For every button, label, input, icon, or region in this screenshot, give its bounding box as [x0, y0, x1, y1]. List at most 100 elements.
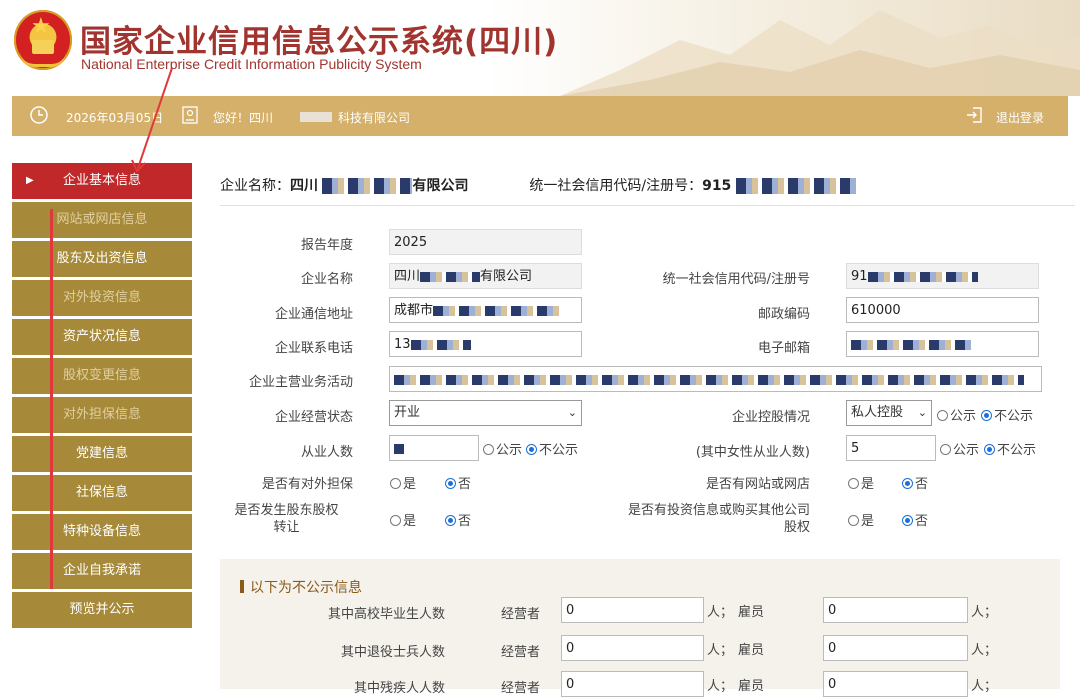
sidebar-item-label: 股权变更信息: [62, 368, 141, 383]
female-employees-label: (其中女性从业人数): [695, 445, 810, 460]
sidebar-item-social-security[interactable]: 社保信息: [12, 475, 192, 511]
radio-icon: [390, 515, 401, 526]
redacted-text: [394, 374, 1024, 385]
sidebar-item-label: 企业基本信息: [62, 173, 141, 188]
site-title: 国家企业信用信息公示系统(四川): [80, 24, 559, 60]
address-input[interactable]: 成都市: [389, 297, 582, 323]
employees-public-radio[interactable]: 公示: [483, 439, 522, 458]
sidebar-item-shareholders[interactable]: 股东及出资信息: [12, 241, 192, 277]
unit-text: 人；: [971, 643, 998, 658]
radio-icon: [940, 444, 951, 455]
redacted-text: [420, 271, 481, 282]
email-label: 电子邮箱: [757, 341, 810, 356]
phone-input[interactable]: 13: [389, 331, 582, 357]
credit-code-value-prefix: 91: [851, 269, 868, 284]
graduates-label: 其中高校毕业生人数: [327, 607, 445, 622]
veterans-operator-input[interactable]: 0: [561, 635, 704, 661]
radio-label: 公示: [496, 443, 523, 458]
credit-code-field-label: 统一社会信用代码/注册号: [662, 272, 810, 287]
logout-icon[interactable]: [965, 105, 985, 125]
site-header: ★ 国家企业信用信息公示系统(四川) National Enterprise C…: [0, 0, 1080, 96]
control-public-radio[interactable]: 公示: [937, 405, 976, 424]
label-line: 是否发生股东股权: [234, 503, 339, 518]
company-name-value-prefix: 四川: [394, 269, 421, 284]
sidebar-item-assets[interactable]: 资产状况信息: [12, 319, 192, 355]
logout-link[interactable]: 退出登录: [996, 109, 1044, 126]
control-select[interactable]: 私人控股 ⌄: [846, 400, 932, 426]
sidebar-item-basic-info[interactable]: ▶ 企业基本信息: [12, 163, 192, 199]
radio-label: 否: [458, 514, 472, 529]
company-suffix: 科技有限公司: [338, 111, 411, 125]
employees-input[interactable]: [389, 435, 479, 461]
credit-code-prefix: 915: [702, 178, 732, 194]
divider: [220, 205, 1075, 206]
website-label: 是否有网站或网店: [705, 477, 810, 492]
sidebar-item-preview-publish[interactable]: 预览并公示: [12, 592, 192, 628]
panel-title-text: 以下为不公示信息: [250, 580, 362, 596]
sidebar-item-label: 预览并公示: [69, 602, 135, 617]
veterans-label: 其中退役士兵人数: [340, 645, 445, 660]
radio-checked-icon: [445, 515, 456, 526]
sidebar-item-label: 企业自我承诺: [62, 563, 141, 578]
radio-checked-icon: [445, 478, 456, 489]
redacted-text: [300, 112, 332, 122]
disabled-operator-input[interactable]: 0: [561, 671, 704, 697]
current-date: 2026年03月05日: [66, 111, 164, 125]
sidebar-item-self-commitment[interactable]: 企业自我承诺: [12, 553, 192, 589]
business-activity-input[interactable]: [389, 366, 1042, 392]
sidebar-item-label: 党建信息: [75, 446, 128, 461]
employee-label: 雇员: [737, 643, 764, 658]
employee-label: 雇员: [737, 605, 764, 620]
radio-icon: [390, 478, 401, 489]
email-input[interactable]: [846, 331, 1039, 357]
user-bar: 2026年03月05日 您好！四川 科技有限公司 退出登录: [12, 96, 1068, 136]
redacted-code: [735, 178, 856, 194]
radio-label: 公示: [950, 409, 977, 424]
company-name-suffix: 有限公司: [412, 178, 469, 194]
website-yes-radio[interactable]: 是: [848, 473, 874, 492]
veterans-employee-input[interactable]: 0: [823, 635, 968, 661]
employee-label: 雇员: [737, 679, 764, 694]
website-no-radio[interactable]: 否: [902, 473, 928, 492]
investment-no-radio[interactable]: 否: [902, 510, 928, 529]
equity-transfer-no-radio[interactable]: 否: [445, 510, 471, 529]
control-private-radio[interactable]: 不公示: [981, 405, 1033, 424]
operator-label: 经营者: [500, 645, 540, 660]
sidebar-item-website[interactable]: 网站或网店信息: [12, 202, 192, 238]
control-label: 企业控股情况: [731, 410, 810, 425]
employees-private-radio[interactable]: 不公示: [526, 439, 578, 458]
sidebar-item-investment[interactable]: 对外投资信息: [12, 280, 192, 316]
annotation-line: [50, 209, 53, 589]
disabled-employee-input[interactable]: 0: [823, 671, 968, 697]
business-activity-label: 企业主营业务活动: [248, 375, 353, 390]
redacted-name: [322, 178, 413, 194]
national-emblem-icon: ★: [14, 10, 72, 70]
sidebar-item-label: 对外投资信息: [62, 290, 141, 305]
redacted-text: [867, 271, 978, 282]
radio-label: 不公示: [994, 409, 1034, 424]
radio-icon: [848, 515, 859, 526]
sidebar-item-guarantee[interactable]: 对外担保信息: [12, 397, 192, 433]
report-year-field: 2025: [389, 229, 582, 255]
female-private-radio[interactable]: 不公示: [984, 439, 1036, 458]
unit-text: 人；: [971, 605, 998, 620]
graduates-operator-input[interactable]: 0: [561, 597, 704, 623]
radio-label: 公示: [953, 443, 980, 458]
sidebar-item-special-equipment[interactable]: 特种设备信息: [12, 514, 192, 550]
status-select[interactable]: 开业 ⌄: [389, 400, 582, 426]
label-line: 转让: [273, 520, 300, 535]
sidebar-item-equity-change[interactable]: 股权变更信息: [12, 358, 192, 394]
greeting-text: 您好！四川: [213, 111, 274, 125]
investment-yes-radio[interactable]: 是: [848, 510, 874, 529]
postal-code-input[interactable]: 610000: [846, 297, 1039, 323]
graduates-employee-input[interactable]: 0: [823, 597, 968, 623]
radio-label: 是: [403, 514, 417, 529]
female-employees-input[interactable]: 5: [846, 435, 936, 461]
unit-text: 人；: [971, 679, 998, 694]
female-public-radio[interactable]: 公示: [940, 439, 979, 458]
sidebar-item-party[interactable]: 党建信息: [12, 436, 192, 472]
guarantee-no-radio[interactable]: 否: [445, 473, 471, 492]
site-subtitle: National Enterprise Credit Information P…: [81, 56, 422, 72]
equity-transfer-yes-radio[interactable]: 是: [390, 510, 416, 529]
guarantee-yes-radio[interactable]: 是: [390, 473, 416, 492]
